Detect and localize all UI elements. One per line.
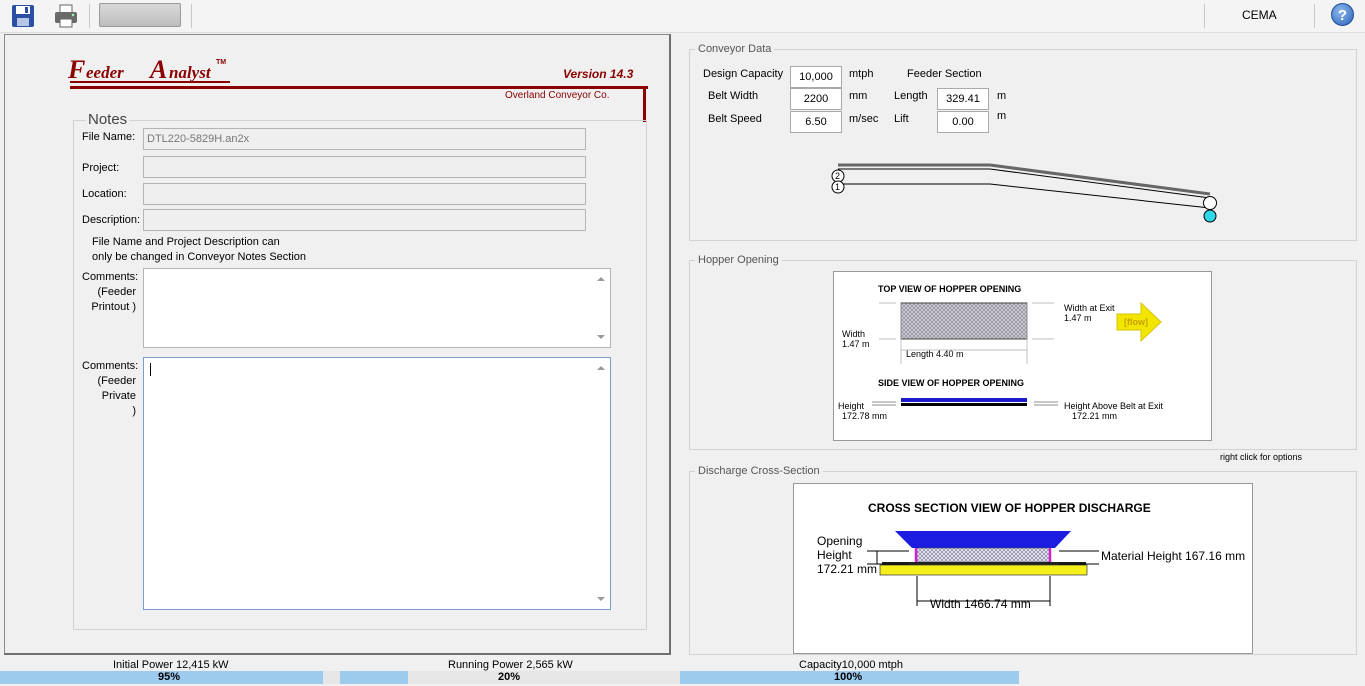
- initial-power-label: Initial Power 12,415 kW: [113, 659, 229, 671]
- print-icon[interactable]: [53, 3, 79, 29]
- length-input[interactable]: 329.41: [937, 88, 989, 110]
- help-icon[interactable]: ?: [1331, 3, 1354, 26]
- initial-power-percent: 95%: [158, 671, 181, 683]
- belt-speed-unit: m/sec: [849, 113, 879, 125]
- capacity-bar: 100%: [680, 671, 1019, 684]
- height-above-belt-label: Height Above Belt at Exit 172.21 mm: [1064, 401, 1164, 421]
- lift-label: Lift: [894, 113, 909, 125]
- height-label: Height 172.78 mm: [838, 401, 888, 421]
- initial-power-bar: 95%: [0, 671, 340, 684]
- belt-speed-input[interactable]: 6.50: [790, 111, 842, 133]
- file-name-label: File Name:: [82, 131, 136, 143]
- lift-unit: m: [997, 110, 1007, 122]
- side-view-title: SIDE VIEW OF HOPPER OPENING: [878, 378, 1025, 388]
- conveyor-profile-diagram[interactable]: 2 1: [825, 158, 1225, 228]
- design-capacity-label: Design Capacity: [703, 68, 784, 80]
- svg-text:nalyst: nalyst: [169, 63, 212, 82]
- comments-printout-label: Comments: (Feeder Printout ): [82, 271, 139, 313]
- cross-section-title: CROSS SECTION VIEW OF HOPPER DISCHARGE: [868, 501, 1151, 515]
- info-text-line2: only be changed in Conveyor Notes Sectio…: [92, 251, 307, 263]
- running-power-label: Running Power 2,565 kW: [448, 659, 573, 671]
- comments-private-label: Comments: (Feeder Private ): [82, 360, 139, 417]
- description-field[interactable]: [143, 209, 586, 231]
- right-click-hint: right click for options: [1220, 452, 1303, 462]
- width-at-exit-label: Width at Exit 1.47 m: [1064, 303, 1115, 323]
- hopper-opening-title: Hopper Opening: [695, 254, 782, 266]
- info-text-line1: File Name and Project Description can: [92, 236, 280, 248]
- blank-toolbar-button[interactable]: [99, 3, 181, 27]
- project-label: Project:: [82, 162, 120, 174]
- header-divider-vertical: [643, 86, 646, 122]
- file-name-field[interactable]: DTL220-5829H.an2x: [143, 128, 586, 150]
- opening-height-label: Opening Height 172.21 mm: [817, 534, 878, 576]
- design-capacity-unit: mtph: [849, 68, 874, 80]
- capacity-percent: 100%: [834, 671, 863, 683]
- lift-input[interactable]: 0.00: [937, 111, 989, 133]
- feeder-analyst-logo: F eeder A nalyst TM: [66, 50, 276, 90]
- flow-arrow-label: [flow]: [1124, 317, 1148, 327]
- header-divider: [70, 86, 648, 89]
- version-label: Version 14.3: [563, 67, 634, 81]
- capacity-label: Capacity10,000 mtph: [799, 659, 903, 671]
- svg-text:A: A: [148, 55, 167, 84]
- running-power-bar: 20%: [340, 671, 680, 684]
- location-label: Location:: [82, 188, 127, 200]
- company-label: Overland Conveyor Co.: [505, 90, 610, 101]
- svg-text:eeder: eeder: [86, 63, 124, 82]
- belt-width-label: Belt Width: [708, 90, 759, 102]
- location-field[interactable]: [143, 183, 586, 205]
- notes-title: Notes: [86, 111, 130, 128]
- comments-printout-scrollbar[interactable]: [593, 269, 610, 347]
- length-unit: m: [997, 90, 1007, 102]
- top-view-title: TOP VIEW OF HOPPER OPENING: [878, 284, 1022, 294]
- comments-printout-textarea[interactable]: [143, 268, 611, 348]
- comments-private-scrollbar[interactable]: [593, 358, 610, 609]
- material-height-label: Material Height 167.16 mm: [1101, 549, 1246, 563]
- belt-width-unit: mm: [849, 90, 868, 102]
- standard-label[interactable]: CEMA: [1242, 8, 1277, 22]
- length-dimension-label: Length 4.40 m: [906, 349, 964, 359]
- width-dimension-label: Width 1466.74 mm: [930, 597, 1031, 611]
- discharge-title: Discharge Cross-Section: [695, 465, 823, 477]
- profile-node-1: 1: [835, 182, 840, 192]
- design-capacity-input[interactable]: 10,000: [790, 66, 842, 88]
- profile-node-2: 2: [835, 171, 840, 181]
- belt-width-input[interactable]: 2200: [790, 88, 842, 110]
- width-label: Width 1.47 m: [842, 329, 870, 349]
- running-power-bar-fill: [340, 671, 408, 684]
- conveyor-data-title: Conveyor Data: [695, 43, 775, 55]
- svg-text:TM: TM: [216, 59, 226, 66]
- toolbar: CEMA ?: [0, 0, 1365, 33]
- feeder-section-label: Feeder Section: [907, 68, 982, 80]
- discharge-diagram[interactable]: CROSS SECTION VIEW OF HOPPER DISCHARGE O…: [793, 483, 1253, 654]
- project-field[interactable]: [143, 156, 586, 178]
- running-power-percent: 20%: [498, 671, 521, 683]
- comments-private-textarea[interactable]: [143, 357, 611, 610]
- save-icon[interactable]: [10, 3, 36, 29]
- svg-text:F: F: [67, 55, 85, 84]
- description-label: Description:: [82, 214, 141, 226]
- hopper-opening-diagram[interactable]: TOP VIEW OF HOPPER OPENING Width at Exit…: [833, 271, 1212, 441]
- length-label: Length: [894, 90, 928, 102]
- belt-speed-label: Belt Speed: [708, 113, 762, 125]
- text-cursor: [150, 363, 151, 376]
